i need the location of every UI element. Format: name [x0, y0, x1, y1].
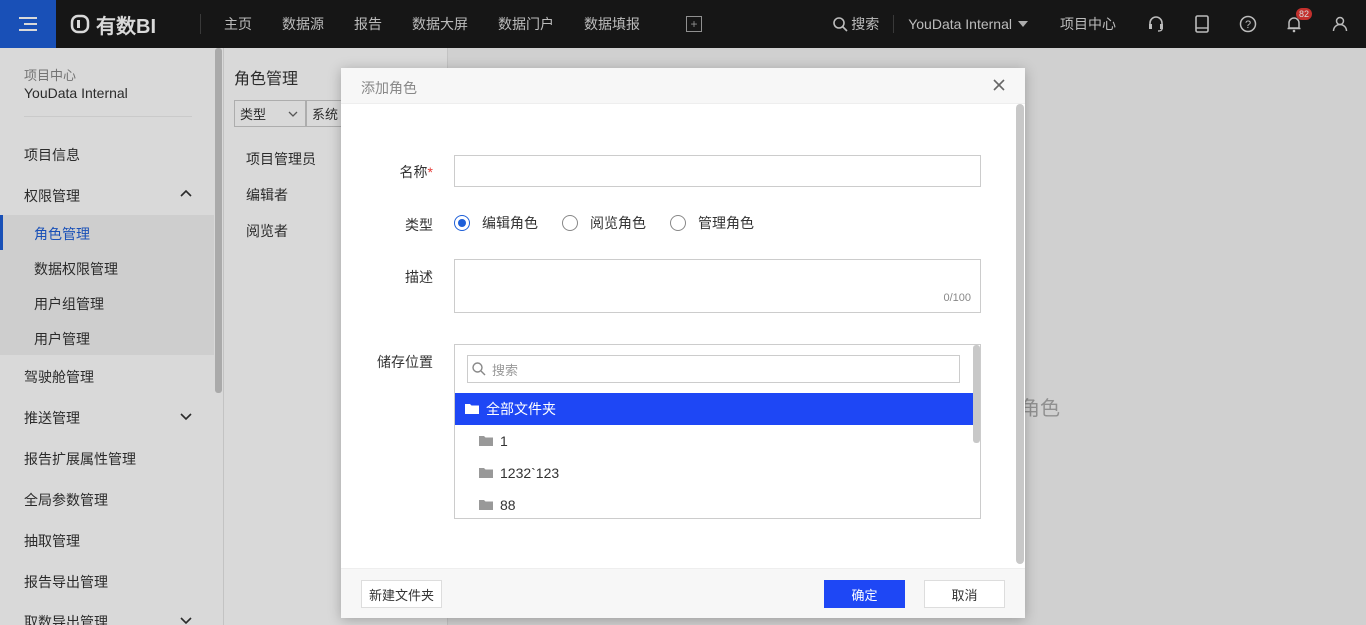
radio-button[interactable]: [562, 215, 578, 231]
tree-node[interactable]: 1232`123: [455, 457, 973, 489]
storage-label: 储存位置: [377, 354, 433, 370]
close-icon[interactable]: [991, 77, 1007, 93]
required-mark: *: [427, 164, 433, 180]
confirm-button[interactable]: 确定: [824, 580, 905, 608]
tree-node[interactable]: 88: [455, 489, 973, 518]
tree-node-label: 全部文件夹: [486, 401, 556, 417]
tree-node-label: 1232`123: [500, 465, 560, 481]
dialog-header: 添加角色: [341, 68, 1025, 104]
search-placeholder: 搜索: [492, 362, 519, 378]
description-label: 描述: [405, 269, 433, 285]
role-type-radio-group: 编辑角色 阅览角色 管理角色: [454, 213, 778, 233]
folder-icon: [479, 468, 493, 478]
radio-edit-role[interactable]: 编辑角色: [454, 213, 538, 233]
folder-tree: 搜索 全部文件夹 1 1232`123 88: [454, 344, 981, 519]
search-icon: [472, 362, 486, 376]
folder-icon: [479, 436, 493, 446]
cancel-button[interactable]: 取消: [924, 580, 1005, 608]
folder-open-icon: [465, 404, 479, 414]
folder-icon: [479, 500, 493, 510]
role-name-input[interactable]: [454, 155, 981, 187]
new-folder-button[interactable]: 新建文件夹: [361, 580, 442, 608]
radio-label: 阅览角色: [590, 215, 646, 231]
tree-node-label: 88: [500, 497, 516, 513]
name-label: 名称*: [353, 162, 433, 182]
radio-view-role[interactable]: 阅览角色: [562, 213, 646, 233]
char-counter: 0/100: [943, 292, 971, 304]
type-label: 类型: [405, 217, 433, 233]
folder-search-input[interactable]: 搜索: [467, 355, 960, 383]
tree-node-label: 1: [500, 433, 508, 449]
dialog-scrollbar[interactable]: [1016, 104, 1024, 564]
name-label-text: 名称: [399, 164, 428, 180]
tree-node[interactable]: 1: [455, 425, 973, 457]
radio-admin-role[interactable]: 管理角色: [670, 213, 754, 233]
dialog-footer: 新建文件夹 确定 取消: [341, 568, 1025, 618]
radio-button[interactable]: [670, 215, 686, 231]
tree-scrollbar[interactable]: [973, 345, 980, 443]
description-textarea[interactable]: 0/100: [454, 259, 981, 313]
tree-node-root[interactable]: 全部文件夹: [455, 393, 973, 425]
radio-label: 管理角色: [698, 215, 754, 231]
radio-label: 编辑角色: [482, 215, 538, 231]
dialog-title: 添加角色: [361, 80, 417, 96]
radio-button[interactable]: [454, 215, 470, 231]
add-role-dialog: 添加角色 名称* 类型 编辑角色 阅览角色 管理角色 描述 0/100 储存位置: [341, 68, 1025, 618]
